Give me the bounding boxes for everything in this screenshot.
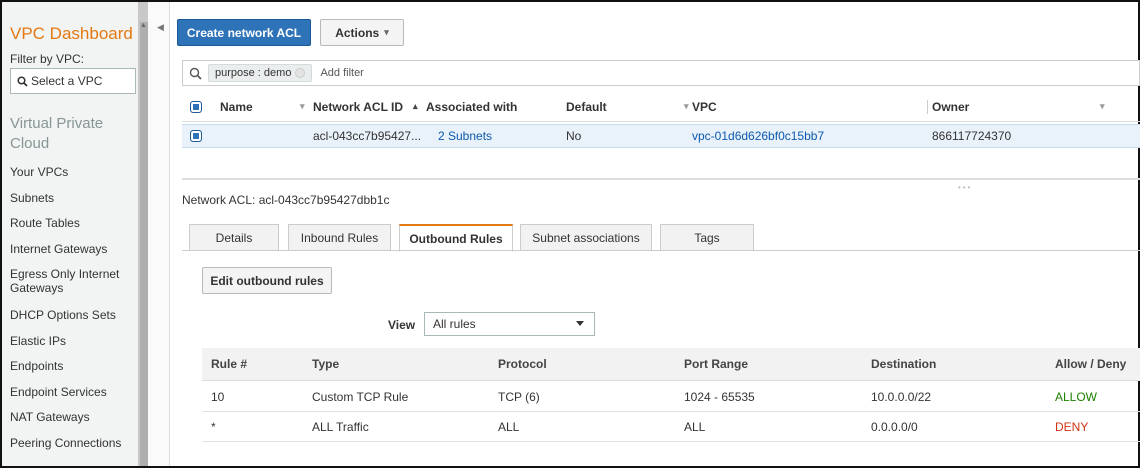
search-icon [17, 75, 28, 87]
filter-token-label: purpose : demo [215, 67, 292, 79]
rule-protocol: TCP (6) [498, 389, 540, 404]
rule-number: * [211, 419, 216, 434]
rule-type: Custom TCP Rule [312, 389, 409, 404]
row-acl-id: acl-043cc7b95427... [313, 129, 422, 143]
tab-inbound-rules[interactable]: Inbound Rules [288, 224, 391, 251]
rules-table-row: 10 Custom TCP Rule TCP (6) 1024 - 65535 … [202, 382, 1140, 412]
actions-button[interactable]: Actions ▾ [320, 19, 404, 46]
rules-table-header: Rule # Type Protocol Port Range Destinat… [202, 348, 1140, 381]
add-filter-input[interactable]: Add filter [320, 67, 363, 79]
filter-by-vpc-label: Filter by VPC: [10, 52, 85, 66]
acl-table-header: Name ▾ Network ACL ID ▴ Associated with … [182, 92, 1140, 122]
collapse-sidebar-icon[interactable]: ◀ [157, 22, 164, 33]
row-default: No [566, 129, 582, 143]
vpc-select-placeholder: Select a VPC [31, 74, 103, 88]
scroll-up-arrow-icon[interactable]: ▲ [140, 22, 147, 29]
rules-table-row: * ALL Traffic ALL ALL 0.0.0.0/0 DENY [202, 412, 1140, 442]
sidebar-item-internet-gateways[interactable]: Internet Gateways [10, 242, 138, 268]
tab-tags[interactable]: Tags [660, 224, 754, 251]
row-owner: 866117724370 [932, 129, 1012, 143]
tabs-baseline [182, 250, 1140, 251]
remove-filter-icon[interactable] [295, 68, 306, 78]
sort-up-icon: ▴ [413, 101, 418, 111]
resize-grip-icon[interactable]: ••• [958, 183, 972, 192]
rules-header-allow-deny: Allow / Deny [1055, 357, 1127, 371]
edit-outbound-rules-button[interactable]: Edit outbound rules [202, 267, 332, 294]
sidebar-item-elastic-ips[interactable]: Elastic IPs [10, 334, 138, 360]
sidebar-item-endpoints[interactable]: Endpoints [10, 359, 138, 385]
sidebar-item-nat-gateways[interactable]: NAT Gateways [10, 410, 138, 436]
row-vpc-link[interactable]: vpc-01d6d626bf0c15bb7 [692, 125, 824, 147]
column-header-default[interactable]: Default [566, 92, 607, 121]
create-network-acl-button[interactable]: Create network ACL [177, 19, 311, 46]
search-icon [189, 67, 202, 80]
rule-number: 10 [211, 389, 225, 404]
details-title: Network ACL: acl-043cc7b95427dbb1c [182, 193, 390, 207]
column-header-acl-id[interactable]: Network ACL ID ▴ [313, 92, 418, 121]
rule-action-allow: ALLOW [1055, 389, 1098, 404]
rule-protocol: ALL [498, 419, 520, 434]
rules-header-rule: Rule # [211, 357, 248, 371]
rule-action-deny: DENY [1055, 419, 1089, 434]
rules-header-port-range: Port Range [684, 357, 749, 371]
rule-destination: 0.0.0.0/0 [871, 419, 918, 434]
sidebar-item-your-vpcs[interactable]: Your VPCs [10, 165, 138, 191]
rule-port-range: ALL [684, 419, 706, 434]
filter-token[interactable]: purpose : demo [208, 64, 313, 82]
column-header-vpc[interactable]: VPC [692, 92, 717, 121]
rule-destination: 10.0.0.0/22 [871, 389, 932, 404]
column-header-owner[interactable]: Owner [932, 92, 969, 121]
sort-down-icon[interactable]: ▾ [1100, 101, 1105, 112]
row-associated-link[interactable]: 2 Subnets [438, 125, 492, 147]
chevron-down-icon: ▾ [384, 27, 389, 37]
rules-header-type: Type [312, 357, 340, 371]
sidebar: VPC Dashboard Filter by VPC: Select a VP… [2, 2, 138, 466]
actions-label: Actions [335, 25, 380, 40]
rules-header-destination: Destination [871, 357, 937, 371]
rule-port-range: 1024 - 65535 [684, 389, 755, 404]
sidebar-collapse-strip [148, 2, 170, 466]
filter-bar[interactable]: purpose : demo Add filter [182, 60, 1140, 86]
view-select[interactable]: All rules [424, 312, 595, 336]
column-header-name[interactable]: Name [220, 92, 253, 121]
column-divider [927, 100, 928, 114]
sidebar-nav: Your VPCs Subnets Route Tables Internet … [10, 165, 138, 461]
pane-splitter[interactable] [182, 178, 1140, 180]
row-checkbox[interactable] [190, 130, 202, 142]
sort-down-icon[interactable]: ▾ [684, 101, 689, 112]
sidebar-item-egress-only-gateways[interactable]: Egress Only Internet Gateways [10, 267, 138, 308]
sidebar-item-subnets[interactable]: Subnets [10, 191, 138, 217]
column-header-associated[interactable]: Associated with [426, 92, 517, 121]
sort-down-icon[interactable]: ▾ [300, 101, 305, 112]
rule-type: ALL Traffic [312, 419, 369, 434]
sidebar-item-endpoint-services[interactable]: Endpoint Services [10, 385, 138, 411]
caret-down-icon [576, 321, 584, 326]
sidebar-section-heading: Virtual Private Cloud [10, 115, 104, 152]
sidebar-title[interactable]: VPC Dashboard [10, 24, 133, 44]
sidebar-item-dhcp-options[interactable]: DHCP Options Sets [10, 308, 138, 334]
select-all-checkbox[interactable] [190, 100, 202, 113]
table-row[interactable]: acl-043cc7b95427... 2 Subnets No vpc-01d… [182, 124, 1140, 148]
view-select-value: All rules [433, 317, 476, 331]
view-label: View [388, 318, 416, 332]
tab-details[interactable]: Details [189, 224, 279, 251]
rules-header-protocol: Protocol [498, 357, 547, 371]
sidebar-item-peering-connections[interactable]: Peering Connections [10, 436, 138, 462]
tab-outbound-rules[interactable]: Outbound Rules [399, 224, 513, 252]
tab-subnet-associations[interactable]: Subnet associations [520, 224, 652, 251]
vpc-select[interactable]: Select a VPC [10, 68, 136, 94]
sidebar-item-route-tables[interactable]: Route Tables [10, 216, 138, 242]
